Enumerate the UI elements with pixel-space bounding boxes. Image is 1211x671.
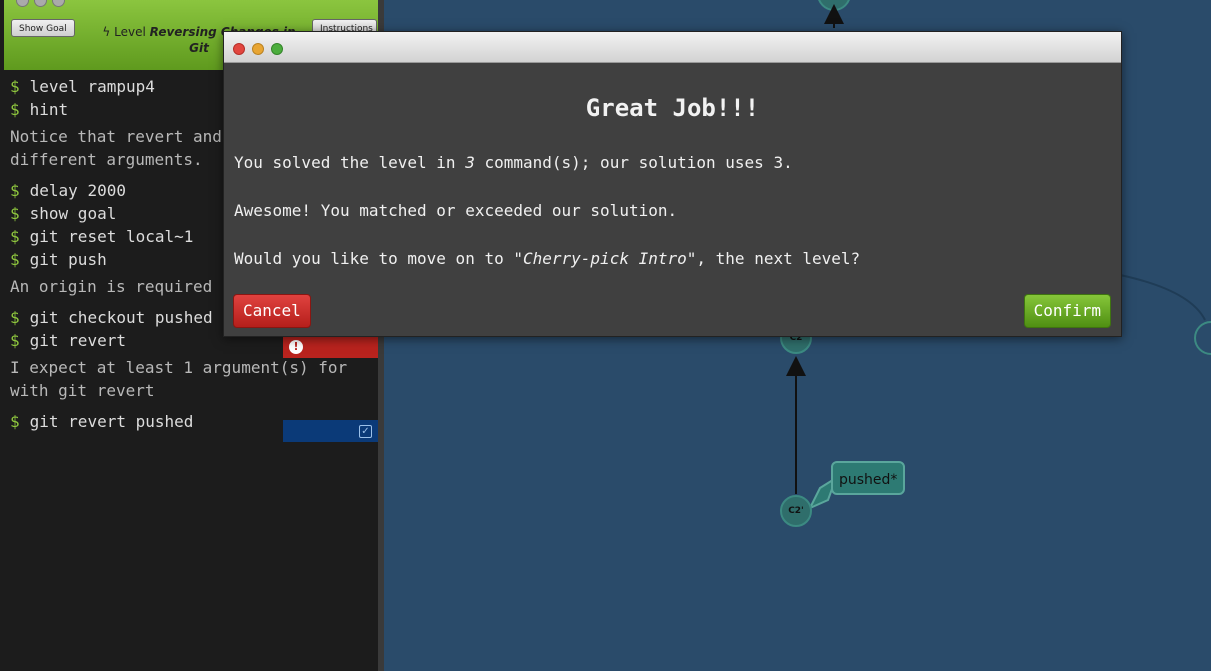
confirm-button[interactable]: Confirm [1023,294,1111,328]
header-close-dot[interactable] [16,0,29,7]
prompt-symbol: $ [10,204,20,223]
prompt-symbol: $ [10,250,20,269]
prompt-symbol: $ [10,308,20,327]
prompt-symbol: $ [10,100,20,119]
show-goal-button[interactable]: Show Goal [11,19,75,37]
command-text: git revert [29,331,126,350]
prompt-symbol: $ [10,227,20,246]
command-text: git checkout pushed [29,308,213,327]
command-text: git revert pushed [29,412,194,431]
command-text: show goal [29,204,117,223]
checkbox-check-icon: ✓ [359,425,372,438]
minimize-icon[interactable] [252,43,264,55]
close-icon[interactable] [233,43,245,55]
dialog-title: Great Job!!! [585,94,760,122]
prompt-symbol: $ [10,181,20,200]
command-text: delay 2000 [29,181,126,200]
cancel-button[interactable]: Cancel [233,294,311,328]
command-count: 3 [465,153,475,172]
command-error-badge: ! [283,336,378,358]
commit-edge [1119,274,1206,321]
commit-node-offscreen[interactable] [1194,321,1211,355]
dialog-titlebar [224,32,1121,63]
header-min-dot[interactable] [34,0,47,7]
zoom-icon[interactable] [271,43,283,55]
commit-node-c2-prime[interactable]: C2' [780,495,812,527]
result-summary: You solved the level in 3 command(s); ou… [234,153,793,172]
next-level-name: "Cherry-pick Intro" [513,249,697,268]
praise-text: Awesome! You matched or exceeded our sol… [234,201,678,220]
prompt-text: Would you like to move on to [234,249,514,268]
result-text: You solved the level in [234,153,466,172]
lightning-icon: ϟ [102,25,111,39]
level-prefix: Level [114,25,146,39]
level-complete-dialog: Great Job!!! You solved the level in 3 c… [223,31,1122,337]
solution-text: command(s); our solution uses 3. [474,153,793,172]
terminal-message: I expect at least 1 argument(s) for with… [10,358,348,400]
prompt-symbol: $ [10,331,20,350]
branch-label-pushed[interactable]: pushed* [831,461,906,495]
prompt-suffix: , the next level? [696,249,861,268]
command-text: git push [29,250,107,269]
error-icon: ! [289,340,303,354]
prompt-symbol: $ [10,412,20,431]
commit-node-offscreen[interactable] [818,0,850,11]
next-level-prompt: Would you like to move on to "Cherry-pic… [234,249,860,268]
command-text: hint [29,100,69,119]
header-max-dot[interactable] [52,0,65,7]
command-text: level rampup4 [29,77,155,96]
command-text: git reset local~1 [29,227,194,246]
command-success-badge: ✓ [283,420,378,442]
prompt-symbol: $ [10,77,20,96]
